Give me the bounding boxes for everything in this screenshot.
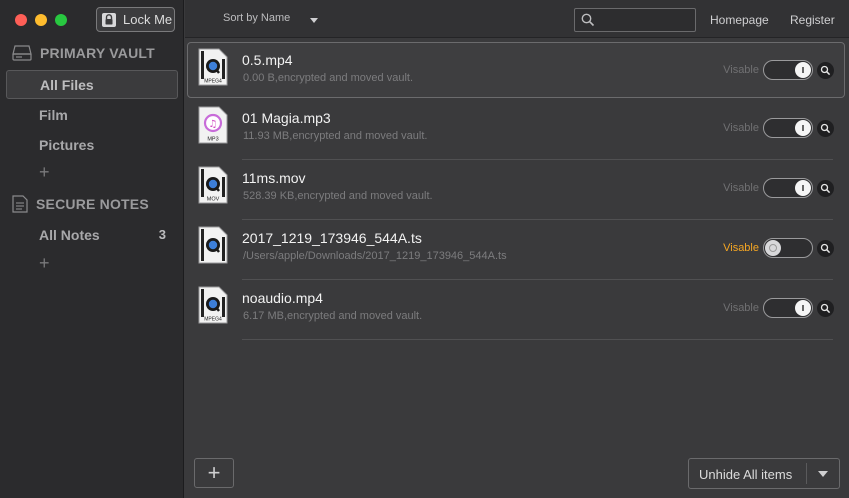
visibility-label: Visable (723, 122, 759, 134)
visibility-toggle[interactable] (763, 118, 813, 138)
sort-dropdown[interactable]: Sort by Name (223, 12, 290, 24)
visibility-label: Visable (723, 182, 759, 194)
minimize-window-button[interactable] (35, 14, 47, 26)
search-field[interactable] (574, 8, 696, 32)
magnifier-icon (820, 183, 831, 194)
window-controls (15, 14, 67, 26)
file-name: noaudio.mp4 (242, 290, 323, 306)
add-note-button[interactable]: + (39, 253, 50, 274)
file-meta: /Users/apple/Downloads/2017_1219_173946_… (243, 250, 507, 262)
preview-button[interactable] (817, 300, 834, 317)
unhide-all-dropdown[interactable]: Unhide All items (688, 458, 840, 489)
secure-notes-label: SECURE NOTES (36, 196, 149, 212)
visibility-label: Visable (723, 64, 759, 76)
toolbar: Sort by Name Homepage Register (185, 0, 849, 38)
video-file-icon (198, 226, 228, 264)
lock-me-button[interactable]: Lock Me (96, 7, 175, 32)
sidebar-item-label: All Notes (39, 226, 100, 243)
row-divider (242, 339, 833, 340)
magnifier-icon (820, 123, 831, 134)
dropdown-separator (806, 463, 807, 484)
chevron-down-icon[interactable] (818, 471, 828, 477)
file-name: 11ms.mov (242, 170, 306, 186)
file-meta: 11.93 MB,encrypted and moved vault. (243, 130, 428, 142)
visibility-label: Visable (723, 302, 759, 314)
visibility-toggle[interactable] (763, 238, 813, 258)
note-icon (12, 195, 28, 213)
file-type-tag: MPEG4 (204, 79, 222, 85)
file-type-tag: MOV (207, 197, 220, 203)
sidebar-item-all-files[interactable]: All Files (6, 70, 178, 99)
sidebar-item-label: Film (39, 106, 68, 123)
hard-drive-icon (12, 45, 32, 61)
visibility-toggle[interactable] (763, 60, 813, 80)
secure-notes-header: SECURE NOTES (12, 195, 149, 213)
preview-button[interactable] (817, 120, 834, 137)
svg-text:♫: ♫ (209, 119, 218, 130)
notes-count-badge: 3 (158, 227, 166, 242)
visibility-label: Visable (723, 242, 759, 254)
add-vault-folder-button[interactable]: + (39, 162, 50, 183)
sidebar-item-all-notes[interactable]: All Notes 3 (6, 220, 178, 249)
preview-button[interactable] (817, 240, 834, 257)
plus-icon: + (207, 460, 221, 485)
close-window-button[interactable] (15, 14, 27, 26)
file-row[interactable]: MPEG4 noaudio.mp4 6.17 MB,encrypted and … (187, 280, 845, 340)
mpeg4-file-icon: MPEG4 (198, 48, 228, 86)
zoom-window-button[interactable] (55, 14, 67, 26)
lock-icon (102, 12, 116, 27)
primary-vault-header: PRIMARY VAULT (12, 44, 155, 62)
sidebar-item-film[interactable]: Film (6, 100, 178, 129)
sidebar-item-pictures[interactable]: Pictures (6, 130, 178, 159)
file-name: 2017_1219_173946_544A.ts (242, 230, 422, 246)
preview-button[interactable] (817, 180, 834, 197)
file-type-tag: MP3 (207, 137, 218, 143)
file-name: 01 Magia.mp3 (242, 110, 331, 126)
file-meta: 6.17 MB,encrypted and moved vault. (243, 310, 423, 322)
homepage-link[interactable]: Homepage (710, 13, 769, 27)
magnifier-icon (820, 65, 831, 76)
search-icon (581, 13, 595, 27)
file-row[interactable]: MPEG4 0.5.mp4 0.00 B,encrypted and moved… (187, 42, 845, 98)
unhide-all-label: Unhide All items (699, 467, 793, 482)
file-name: 0.5.mp4 (242, 52, 293, 68)
file-row[interactable]: 2017_1219_173946_544A.ts /Users/apple/Do… (187, 220, 845, 280)
visibility-toggle[interactable] (763, 298, 813, 318)
primary-vault-label: PRIMARY VAULT (40, 45, 155, 61)
register-link[interactable]: Register (790, 13, 835, 27)
file-row[interactable]: ♫ MP3 01 Magia.mp3 11.93 MB,encrypted an… (187, 100, 845, 160)
preview-button[interactable] (817, 62, 834, 79)
music-file-icon: ♫ MP3 (198, 106, 228, 144)
sidebar-item-label: All Files (40, 76, 94, 93)
file-list: MPEG4 0.5.mp4 0.00 B,encrypted and moved… (187, 42, 845, 340)
file-type-tag: MPEG4 (204, 317, 222, 323)
file-row[interactable]: MOV 11ms.mov 528.39 KB,encrypted and mov… (187, 160, 845, 220)
file-meta: 528.39 KB,encrypted and moved vault. (243, 190, 433, 202)
lock-me-label: Lock Me (123, 12, 173, 27)
quicktime-file-icon: MOV (198, 166, 228, 204)
sort-chevron-down-icon[interactable] (310, 18, 318, 23)
add-file-button[interactable]: + (194, 458, 234, 488)
sidebar: Lock Me PRIMARY VAULT All Files Film Pic… (0, 0, 184, 498)
magnifier-icon (820, 243, 831, 254)
file-meta: 0.00 B,encrypted and moved vault. (243, 72, 413, 84)
magnifier-icon (820, 303, 831, 314)
sidebar-item-label: Pictures (39, 136, 95, 153)
visibility-toggle[interactable] (763, 178, 813, 198)
mpeg4-file-icon: MPEG4 (198, 286, 228, 324)
